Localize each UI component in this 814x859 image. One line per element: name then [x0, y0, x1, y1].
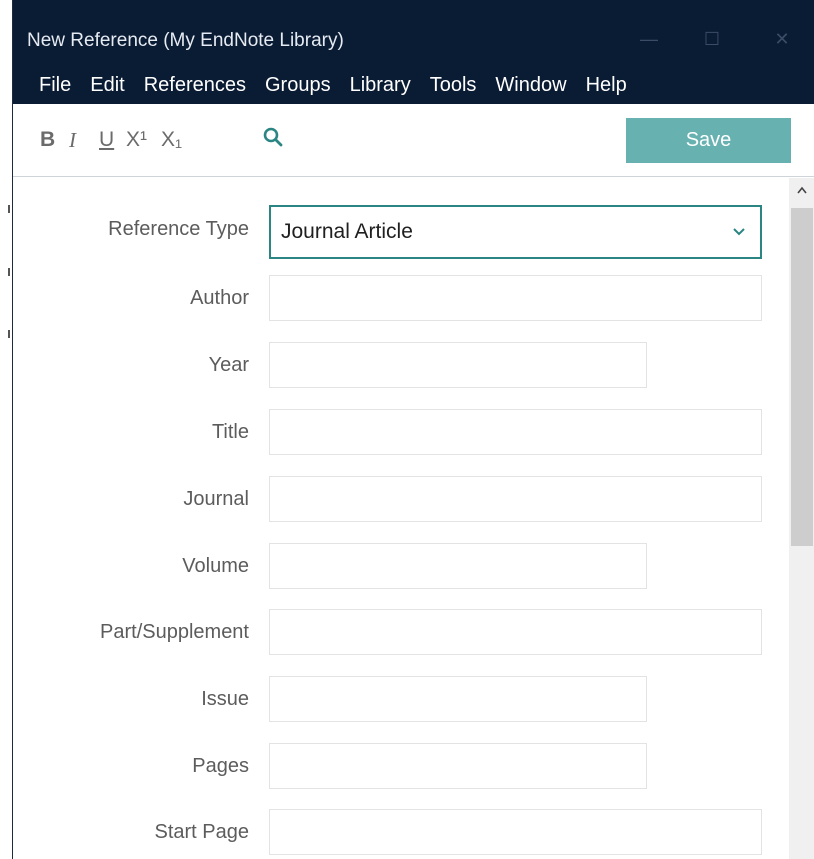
- minimize-button[interactable]: —: [634, 24, 664, 54]
- part-supplement-label: Part/Supplement: [100, 621, 249, 643]
- journal-label: Journal: [183, 488, 249, 510]
- background-app-edge: [0, 0, 12, 859]
- superscript-button[interactable]: X¹: [126, 128, 147, 152]
- volume-field[interactable]: [269, 543, 647, 589]
- pages-label: Pages: [192, 755, 249, 777]
- menu-library[interactable]: Library: [340, 70, 420, 100]
- year-field[interactable]: [269, 342, 647, 388]
- italic-button[interactable]: I: [69, 128, 76, 153]
- scroll-up-icon[interactable]: [789, 180, 814, 200]
- author-label: Author: [190, 287, 249, 309]
- menu-tools[interactable]: Tools: [420, 70, 486, 100]
- title-bar: New Reference (My EndNote Library) — ☐ ✕…: [13, 0, 814, 104]
- new-reference-window: New Reference (My EndNote Library) — ☐ ✕…: [12, 0, 814, 859]
- close-button[interactable]: ✕: [767, 24, 797, 54]
- start-page-field[interactable]: [269, 809, 762, 855]
- menu-groups[interactable]: Groups: [255, 70, 340, 100]
- part-supplement-field[interactable]: [269, 609, 762, 655]
- reference-type-select[interactable]: Journal Article: [269, 205, 762, 259]
- menu-edit[interactable]: Edit: [80, 70, 133, 100]
- title-field[interactable]: [269, 409, 762, 455]
- chevron-down-icon: [732, 207, 746, 276]
- underline-button[interactable]: U: [99, 128, 114, 152]
- menu-references[interactable]: References: [134, 70, 255, 100]
- reference-type-value: Journal Article: [281, 220, 413, 243]
- volume-label: Volume: [182, 555, 249, 577]
- search-icon[interactable]: [262, 126, 284, 153]
- menu-file[interactable]: File: [29, 70, 80, 100]
- menu-help[interactable]: Help: [576, 70, 636, 100]
- menu-window[interactable]: Window: [485, 70, 575, 100]
- issue-field[interactable]: [269, 676, 647, 722]
- menu-bar: File Edit References Groups Library Tool…: [29, 70, 636, 100]
- year-label: Year: [208, 354, 249, 376]
- window-title: New Reference (My EndNote Library): [27, 30, 344, 51]
- pages-field[interactable]: [269, 743, 647, 789]
- bold-button[interactable]: B: [40, 128, 55, 152]
- vertical-scrollbar[interactable]: [789, 178, 814, 859]
- title-label: Title: [211, 421, 249, 443]
- author-field[interactable]: [269, 275, 762, 321]
- save-button[interactable]: Save: [626, 118, 791, 163]
- start-page-label: Start Page: [154, 821, 249, 843]
- issue-label: Issue: [201, 688, 249, 710]
- journal-field[interactable]: [269, 476, 762, 522]
- maximize-button[interactable]: ☐: [697, 24, 727, 54]
- reference-type-label: Reference Type: [108, 218, 249, 240]
- subscript-button[interactable]: X₁: [161, 128, 182, 152]
- scrollbar-thumb[interactable]: [791, 208, 813, 546]
